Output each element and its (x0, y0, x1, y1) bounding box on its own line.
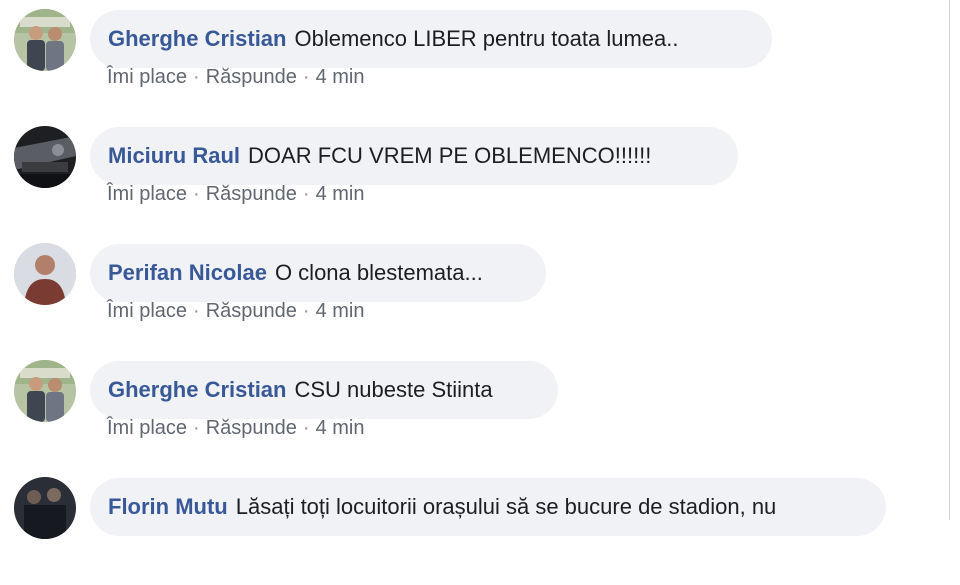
comment-bubble: Florin Mutu Lăsați toți locuitorii orașu… (90, 478, 886, 536)
comment-bubble: Perifan Nicolae O clona blestemata... (90, 244, 546, 302)
separator-dot: · (193, 183, 200, 205)
comment-actions: Îmi place · Răspunde · 4 min (107, 66, 364, 89)
reply-link[interactable]: Răspunde (206, 66, 297, 88)
comment-item: Perifan Nicolae O clona blestemata... Îm… (0, 234, 945, 351)
avatar[interactable] (14, 243, 76, 305)
comment-text: DOAR FCU VREM PE OBLEMENCO!!!!!! (248, 143, 652, 168)
like-link[interactable]: Îmi place (107, 300, 187, 322)
comment-item: Miciuru Raul DOAR FCU VREM PE OBLEMENCO!… (0, 117, 945, 234)
comment-text: Lăsați toți locuitorii orașului să se bu… (235, 494, 777, 519)
like-link[interactable]: Îmi place (107, 417, 187, 439)
scrollbar[interactable] (949, 0, 960, 520)
avatar[interactable] (14, 9, 76, 71)
comment-author[interactable]: Gherghe Cristian (108, 361, 286, 419)
separator-dot: · (193, 300, 200, 322)
avatar-photo (14, 126, 76, 188)
comment-text: O clona blestemata... (274, 260, 483, 285)
avatar[interactable] (14, 477, 76, 539)
comment-actions: Îmi place · Răspunde · 4 min (107, 183, 364, 206)
separator-dot: · (302, 66, 310, 88)
separator-dot: · (193, 417, 200, 439)
reply-link[interactable]: Răspunde (206, 417, 297, 439)
avatar-photo (14, 9, 76, 71)
comment-time[interactable]: 4 min (316, 66, 365, 88)
like-link[interactable]: Îmi place (107, 66, 187, 88)
comment-text: Oblemenco LIBER pentru toata lumea.. (294, 26, 679, 51)
comment-actions: Îmi place · Răspunde · 4 min (107, 417, 364, 440)
comment-time[interactable]: 4 min (316, 300, 365, 322)
comment-time[interactable]: 4 min (316, 417, 365, 439)
reply-link[interactable]: Răspunde (206, 300, 297, 322)
separator-dot: · (193, 66, 200, 88)
comment-bubble: Gherghe Cristian CSU nubeste Stiinta (90, 361, 558, 419)
comment-actions: Îmi place · Răspunde · 4 min (107, 300, 364, 323)
comment-author[interactable]: Florin Mutu (108, 478, 228, 536)
comment-author[interactable]: Perifan Nicolae (108, 244, 267, 302)
comment-bubble: Gherghe Cristian Oblemenco LIBER pentru … (90, 10, 772, 68)
comment-author[interactable]: Miciuru Raul (108, 127, 240, 185)
avatar-photo (14, 243, 76, 305)
separator-dot: · (302, 417, 310, 439)
reply-link[interactable]: Răspunde (206, 183, 297, 205)
comment-item: Gherghe Cristian Oblemenco LIBER pentru … (0, 0, 945, 117)
comment-item: Gherghe Cristian CSU nubeste Stiinta Îmi… (0, 351, 945, 468)
comment-bubble: Miciuru Raul DOAR FCU VREM PE OBLEMENCO!… (90, 127, 738, 185)
comment-time[interactable]: 4 min (316, 183, 365, 205)
avatar-photo (14, 477, 76, 539)
comment-author[interactable]: Gherghe Cristian (108, 10, 286, 68)
comment-item: Florin Mutu Lăsați toți locuitorii orașu… (0, 468, 945, 585)
avatar-photo (14, 360, 76, 422)
comment-text: CSU nubeste Stiinta (294, 377, 493, 402)
separator-dot: · (302, 183, 310, 205)
separator-dot: · (302, 300, 310, 322)
avatar[interactable] (14, 360, 76, 422)
like-link[interactable]: Îmi place (107, 183, 187, 205)
avatar[interactable] (14, 126, 76, 188)
